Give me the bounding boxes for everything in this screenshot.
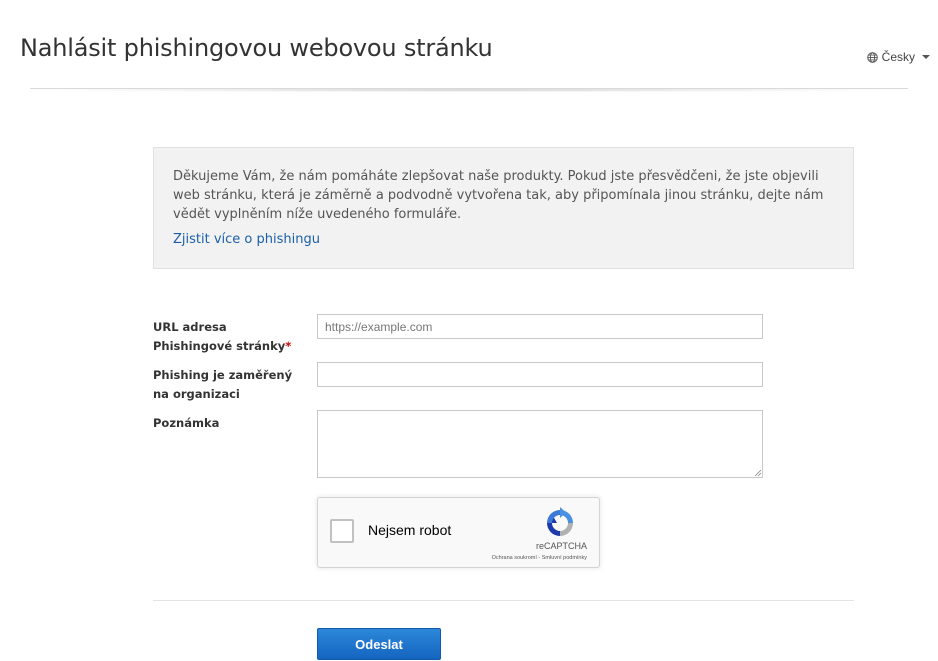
organization-label: Phishing je zaměřený na organizaci xyxy=(153,368,293,401)
recaptcha-label: Nejsem robot xyxy=(368,522,452,538)
recaptcha-terms-links[interactable]: Ochrana soukromí - Smluvní podmínky xyxy=(492,555,587,561)
url-label-text: URL adresa Phishingové stránky xyxy=(153,320,286,353)
submit-button[interactable]: Odeslat xyxy=(317,628,441,660)
globe-icon xyxy=(866,51,878,63)
chevron-down-icon xyxy=(922,55,930,59)
recaptcha-brand: reCAPTCHA xyxy=(535,541,587,551)
url-label: URL adresa Phishingové stránky* xyxy=(153,318,303,356)
url-input[interactable] xyxy=(317,314,763,339)
language-label: Česky xyxy=(881,50,915,64)
header-divider xyxy=(30,88,908,89)
form-divider xyxy=(153,600,854,601)
required-marker: * xyxy=(285,339,292,353)
page-title: Nahlásit phishingovou webovou stránku xyxy=(20,34,493,62)
resize-grip-icon[interactable] xyxy=(754,469,761,476)
recaptcha-checkbox[interactable] xyxy=(330,519,354,543)
info-text: Děkujeme Vám, že nám pomáháte zlepšovat … xyxy=(173,169,824,222)
recaptcha-logo-icon xyxy=(547,507,573,536)
note-label: Poznámka xyxy=(153,416,220,430)
recaptcha-widget: Nejsem robot reCAPTCHA Ochrana soukromí … xyxy=(317,497,600,568)
learn-more-link[interactable]: Zjistit více o phishingu xyxy=(173,232,320,247)
language-selector[interactable]: Česky xyxy=(866,50,930,64)
info-box: Děkujeme Vám, že nám pomáháte zlepšovat … xyxy=(153,147,854,269)
note-textarea[interactable] xyxy=(317,410,763,478)
organization-input[interactable] xyxy=(317,362,763,387)
